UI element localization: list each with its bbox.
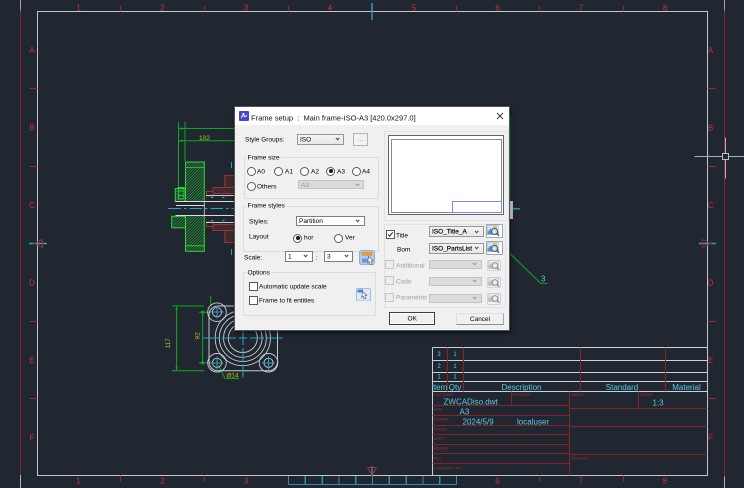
svg-text:5: 5 <box>412 4 417 13</box>
svg-text:DWG NO: DWG NO <box>572 457 588 461</box>
svg-text:ZWCADiso.dwt: ZWCADiso.dwt <box>444 398 499 407</box>
svg-text:F: F <box>30 434 35 443</box>
svg-text:Description: Description <box>501 383 541 392</box>
svg-text:ISSUED: ISSUED <box>434 447 448 451</box>
svg-text:3: 3 <box>437 352 441 358</box>
svg-text:localuser: localuser <box>517 418 549 427</box>
svg-text:92: 92 <box>195 332 202 340</box>
svg-text:B: B <box>29 124 34 133</box>
svg-text:A: A <box>708 46 714 55</box>
svg-text:6: 6 <box>495 477 500 486</box>
svg-text:REV: REV <box>434 457 442 461</box>
svg-text:SIZE: SIZE <box>434 408 443 412</box>
svg-text:FILE NAME: FILE NAME <box>434 393 455 397</box>
svg-text:8: 8 <box>663 477 668 486</box>
svg-text:CHECK: CHECK <box>434 428 448 432</box>
svg-text:1: 1 <box>437 375 441 381</box>
svg-text:Item: Item <box>432 383 448 392</box>
svg-text:Standard: Standard <box>606 383 638 392</box>
svg-text:CONTRACT NO: CONTRACT NO <box>434 467 462 471</box>
svg-text:4: 4 <box>328 4 333 13</box>
svg-text:E: E <box>29 356 34 365</box>
svg-text:2024/5/9: 2024/5/9 <box>463 418 495 427</box>
svg-text:A3: A3 <box>460 408 470 417</box>
svg-text:1: 1 <box>453 352 457 358</box>
svg-text:SHEET: SHEET <box>571 393 584 397</box>
svg-text:117: 117 <box>165 338 172 349</box>
svg-text:2: 2 <box>160 477 165 486</box>
svg-text:SCALE: SCALE <box>640 393 653 397</box>
svg-text:2: 2 <box>437 364 441 370</box>
svg-text:8: 8 <box>663 4 668 13</box>
svg-text:Qty: Qty <box>449 383 461 392</box>
svg-text:1: 1 <box>76 4 81 13</box>
svg-text:102: 102 <box>199 135 210 142</box>
svg-text:7: 7 <box>579 477 584 486</box>
svg-text:Ø14: Ø14 <box>227 373 240 380</box>
svg-text:3: 3 <box>244 477 249 486</box>
svg-text:3: 3 <box>541 275 546 284</box>
svg-text:B: B <box>708 124 713 133</box>
svg-text:D: D <box>29 279 35 288</box>
svg-text:C: C <box>29 201 35 210</box>
svg-text:A: A <box>29 46 35 55</box>
svg-text:7: 7 <box>579 4 584 13</box>
svg-text:1: 1 <box>453 364 457 370</box>
svg-text:1: 1 <box>453 375 457 381</box>
svg-text:2: 2 <box>160 4 165 13</box>
svg-text:6: 6 <box>495 4 500 13</box>
svg-text:C: C <box>708 201 714 210</box>
svg-text:DRAWN: DRAWN <box>434 418 448 422</box>
svg-text:1:3: 1:3 <box>653 399 665 408</box>
svg-text:1: 1 <box>76 477 81 486</box>
svg-text:D: D <box>708 279 714 288</box>
svg-text:Material: Material <box>672 383 701 392</box>
svg-text:APPR.: APPR. <box>434 437 445 441</box>
svg-text:FSCM NO: FSCM NO <box>513 393 531 397</box>
svg-text:3: 3 <box>244 4 249 13</box>
svg-text:E: E <box>708 356 713 365</box>
svg-text:F: F <box>708 434 713 443</box>
